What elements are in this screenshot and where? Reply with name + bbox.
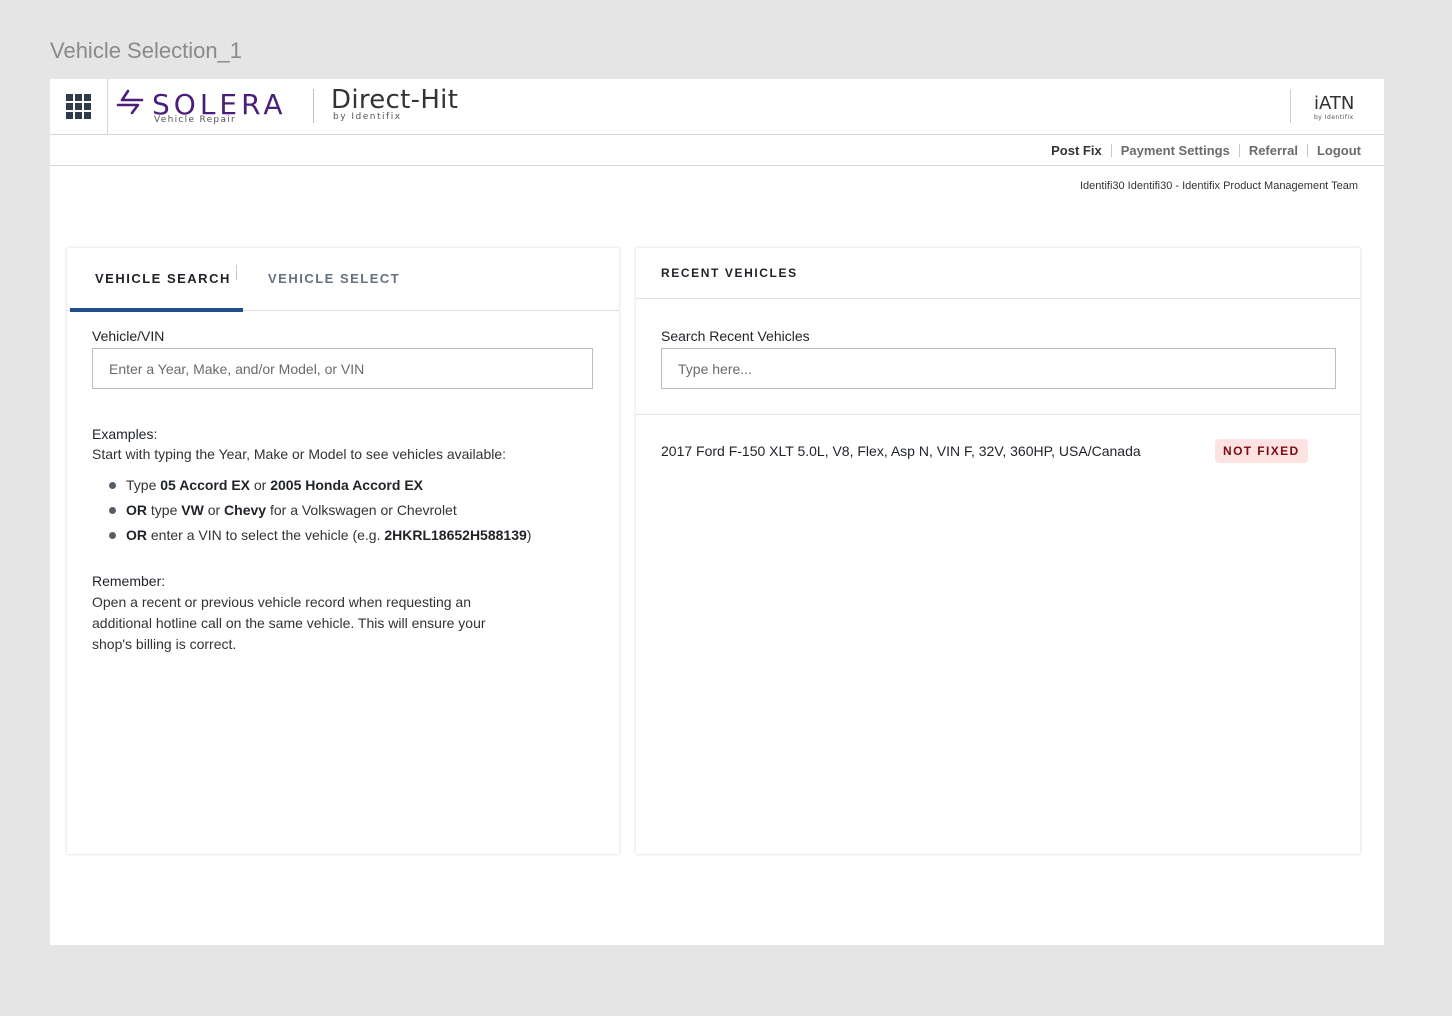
grid-icon (66, 94, 91, 119)
examples-list: Type 05 Accord EX or 2005 Honda Accord E… (92, 475, 602, 545)
vehicle-search-panel: VEHICLE SEARCH VEHICLE SELECT Vehicle/VI… (67, 248, 619, 854)
tab-vehicle-select[interactable]: VEHICLE SELECT (268, 271, 400, 286)
product-logo: Direct-Hit by Identifix (331, 85, 458, 122)
vehicle-description: 2017 Ford F-150 XLT 5.0L, V8, Flex, Asp … (661, 443, 1141, 459)
brand-subtitle: Vehicle Repair (154, 115, 237, 125)
payment-settings-link[interactable]: Payment Settings (1121, 143, 1230, 158)
iatn-subtitle: by Identifix (1314, 114, 1354, 121)
remember-section: Remember: Open a recent or previous vehi… (92, 571, 522, 655)
iatn-title: iATN (1314, 93, 1355, 114)
list-item: Type 05 Accord EX or 2005 Honda Accord E… (108, 475, 602, 495)
solera-logo: SOLERA Vehicle Repair (116, 87, 296, 127)
search-tabs: VEHICLE SEARCH VEHICLE SELECT (67, 248, 619, 312)
nav-separator (1306, 144, 1308, 157)
search-recent-input[interactable] (661, 348, 1336, 389)
nav-separator (1238, 144, 1240, 157)
active-tab-indicator (70, 308, 243, 312)
solera-mark-icon (116, 89, 144, 115)
iatn-link[interactable]: iATN by Identifix (1314, 93, 1354, 121)
vehicle-vin-input[interactable] (92, 348, 593, 389)
list-item: OR enter a VIN to select the vehicle (e.… (108, 525, 602, 545)
logout-link[interactable]: Logout (1317, 143, 1361, 158)
app-header: SOLERA Vehicle Repair Direct-Hit by Iden… (50, 79, 1384, 135)
nav-separator (1110, 144, 1112, 157)
remember-text: Open a recent or previous vehicle record… (92, 594, 486, 652)
post-fix-link[interactable]: Post Fix (1051, 143, 1102, 158)
status-badge: NOT FIXED (1215, 439, 1308, 463)
vehicle-vin-label: Vehicle/VIN (92, 328, 165, 344)
examples-header: Examples: (92, 426, 158, 442)
search-recent-label: Search Recent Vehicles (661, 328, 810, 344)
frame-title: Vehicle Selection_1 (50, 38, 243, 63)
sub-navigation: Post Fix Payment Settings Referral Logou… (50, 135, 1384, 166)
header-divider (313, 89, 314, 123)
examples-intro: Start with typing the Year, Make or Mode… (92, 446, 507, 462)
recent-vehicles-header: RECENT VEHICLES (636, 248, 1360, 299)
tab-vehicle-search[interactable]: VEHICLE SEARCH (95, 271, 231, 286)
examples-section: Examples: Start with typing the Year, Ma… (92, 424, 602, 550)
referral-link[interactable]: Referral (1249, 143, 1298, 158)
product-title: Direct-Hit (331, 85, 459, 115)
recent-vehicle-row[interactable]: 2017 Ford F-150 XLT 5.0L, V8, Flex, Asp … (661, 438, 1311, 464)
header-divider-right (1290, 89, 1291, 123)
app-window: SOLERA Vehicle Repair Direct-Hit by Iden… (50, 79, 1384, 945)
remember-header: Remember: (92, 573, 166, 589)
recent-vehicles-title: RECENT VEHICLES (661, 266, 798, 280)
section-divider (636, 414, 1360, 415)
list-item: OR type VW or Chevy for a Volkswagen or … (108, 500, 602, 520)
recent-vehicles-panel: RECENT VEHICLES Search Recent Vehicles 2… (636, 248, 1360, 854)
tab-separator (236, 265, 237, 280)
app-launcher-button[interactable] (50, 79, 108, 134)
user-info: Identifi30 Identifi30 - Identifix Produc… (1079, 180, 1358, 192)
